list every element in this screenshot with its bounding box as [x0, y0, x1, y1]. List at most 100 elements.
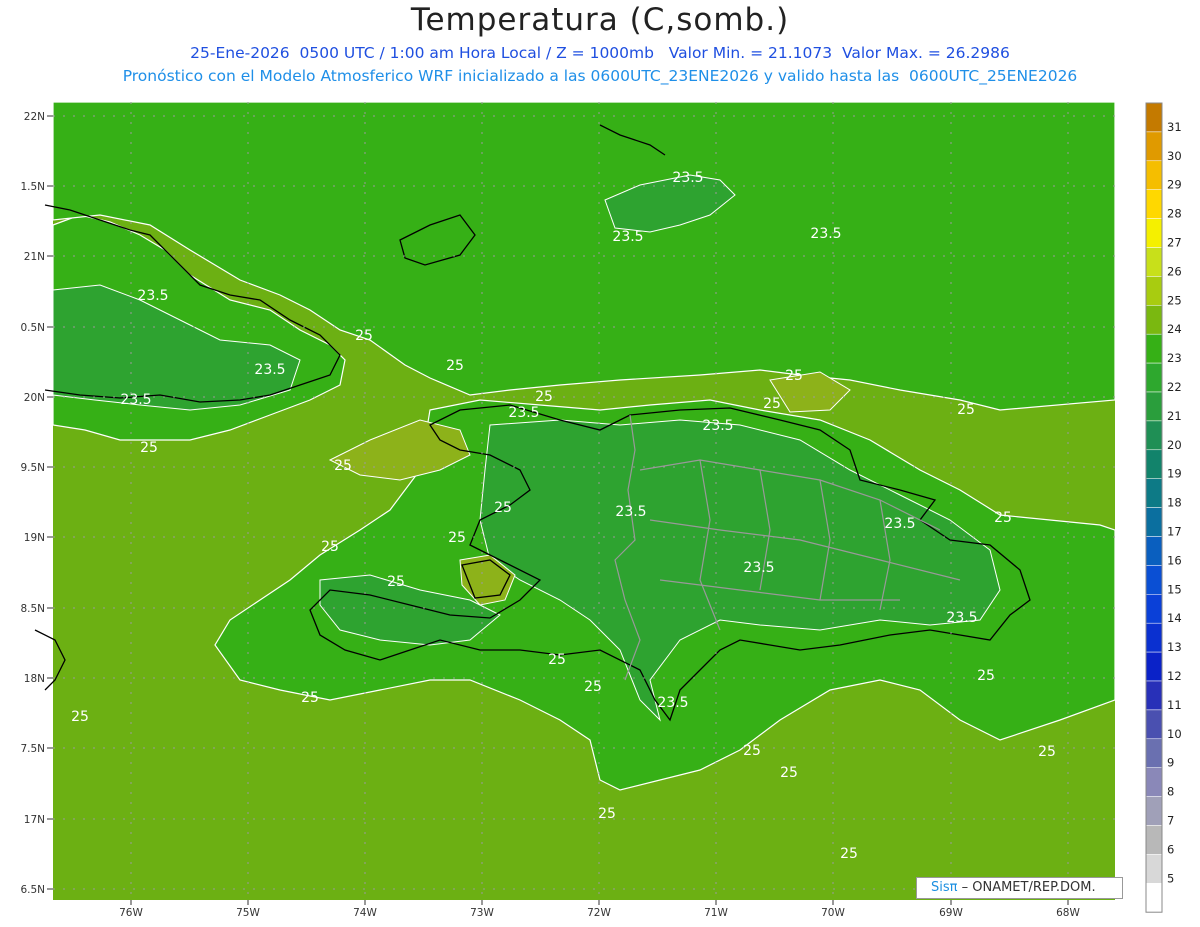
sispi-logo-text: Sisπ [931, 880, 958, 895]
contour-label: 25 [446, 358, 464, 374]
colorbar-label: 31 [1167, 120, 1182, 134]
contour-label: 25 [763, 396, 781, 412]
colorbar-segment [1145, 420, 1163, 451]
colorbar-label: 9 [1167, 756, 1174, 770]
lat-label: 6.5N [20, 884, 45, 896]
colorbar-segment [1145, 391, 1163, 422]
colorbar-segment [1145, 825, 1163, 855]
lat-label: 19N [24, 532, 45, 544]
contour-label: 25 [840, 846, 858, 862]
lat-label: 18N [24, 673, 45, 685]
lon-label: 74W [353, 907, 377, 919]
lat-label: 0.5N [20, 322, 45, 334]
lon-label: 75W [236, 907, 260, 919]
colorbar-label: 21 [1167, 409, 1182, 423]
contour-label: 23.5 [615, 504, 646, 520]
lat-label: 17N [24, 814, 45, 826]
colorbar-label: 25 [1167, 293, 1182, 307]
contour-label: 23.5 [884, 516, 915, 532]
contour-label: 25 [743, 743, 761, 759]
colorbar-label: 5 [1167, 871, 1174, 885]
contour-label: 23.5 [946, 610, 977, 626]
credit-box: Sisπ – ONAMET/REP.DOM. [916, 877, 1123, 899]
lon-label: 69W [939, 907, 963, 919]
contour-label: 25 [548, 652, 566, 668]
colorbar-label: 13 [1167, 640, 1182, 654]
contour-label: 23.5 [120, 392, 151, 408]
colorbar: 31 30 29 28 27 26 25 24 23 22 21 20 19 18 17 16 15 14 13 12… [1145, 102, 1182, 913]
colorbar-label: 29 [1167, 178, 1182, 192]
colorbar-label: 30 [1167, 149, 1182, 163]
contour-label: 25 [535, 389, 553, 405]
contour-label: 25 [494, 500, 512, 516]
colorbar-label: 12 [1167, 669, 1182, 683]
colorbar-segment [1145, 362, 1163, 393]
colorbar-label: 14 [1167, 611, 1182, 625]
colorbar-label: 16 [1167, 553, 1182, 567]
colorbar-segment [1145, 218, 1163, 248]
longitude-axis: 76W 75W 74W 73W 72W 71W 70W 69W 68W [119, 900, 1080, 919]
lon-label: 68W [1056, 907, 1080, 919]
contour-label: 25 [994, 510, 1012, 526]
colorbar-segment [1145, 536, 1163, 566]
colorbar-segment [1145, 767, 1163, 797]
contour-label: 25 [598, 806, 616, 822]
colorbar-segment [1145, 565, 1163, 595]
contour-label: 25 [321, 539, 339, 555]
contour-label: 25 [780, 765, 798, 781]
lat-label: 9.5N [20, 462, 45, 474]
colorbar-label: 11 [1167, 698, 1182, 712]
colorbar-segment [1145, 478, 1163, 508]
contour-label: 23.5 [657, 695, 688, 711]
contour-label: 23.5 [702, 418, 733, 434]
colorbar-segment [1145, 189, 1163, 219]
lat-label: 1.5N [20, 181, 45, 193]
colorbar-label: 6 [1167, 842, 1174, 856]
lat-label: 21N [24, 251, 45, 263]
lat-label: 22N [24, 111, 45, 123]
contour-label: 25 [785, 368, 803, 384]
contour-label: 25 [977, 668, 995, 684]
contour-label: 25 [1038, 744, 1056, 760]
lat-label: 20N [24, 392, 45, 404]
colorbar-segment [1145, 622, 1163, 653]
colorbar-label: 18 [1167, 496, 1182, 510]
contour-label: 23.5 [254, 362, 285, 378]
colorbar-segment [1145, 680, 1163, 711]
colorbar-label: 27 [1167, 236, 1182, 250]
colorbar-segment [1145, 102, 1163, 133]
colorbar-label: 10 [1167, 727, 1182, 741]
colorbar-segment [1145, 131, 1163, 162]
colorbar-label: 23 [1167, 351, 1182, 365]
colorbar-label: 26 [1167, 264, 1182, 278]
lon-label: 71W [704, 907, 728, 919]
contour-label: 25 [355, 328, 373, 344]
contour-label: 23.5 [508, 405, 539, 421]
colorbar-segment [1145, 247, 1163, 277]
latitude-axis: 22N 1.5N 21N 0.5N 20N 9.5N 19N 8.5N 18N 7.5N 17N 6.… [20, 111, 53, 896]
colorbar-label: 7 [1167, 814, 1174, 828]
contour-label: 23.5 [612, 229, 643, 245]
contour-label: 25 [584, 679, 602, 695]
colorbar-segment [1145, 854, 1163, 884]
temperature-map: 22N 1.5N 21N 0.5N 20N 9.5N 19N 8.5N 18N 7.5N 17N 6.… [20, 101, 1182, 919]
colorbar-label: 22 [1167, 380, 1182, 394]
colorbar-segment [1145, 507, 1163, 537]
colorbar-segment [1145, 738, 1163, 768]
contour-label: 23.5 [672, 170, 703, 186]
colorbar-segment [1145, 333, 1163, 364]
contour-label: 25 [957, 402, 975, 418]
lat-label: 7.5N [20, 743, 45, 755]
colorbar-label: 17 [1167, 525, 1182, 539]
colorbar-label: 8 [1167, 785, 1174, 799]
lat-label: 8.5N [20, 603, 45, 615]
contour-label: 23.5 [810, 226, 841, 242]
contour-label: 25 [71, 709, 89, 725]
colorbar-segment [1145, 276, 1163, 306]
colorbar-label: 28 [1167, 207, 1182, 221]
contour-label: 23.5 [137, 288, 168, 304]
contour-label: 25 [387, 574, 405, 590]
colorbar-segment [1145, 449, 1163, 479]
colorbar-segment [1145, 651, 1163, 682]
colorbar-segment [1145, 796, 1163, 826]
